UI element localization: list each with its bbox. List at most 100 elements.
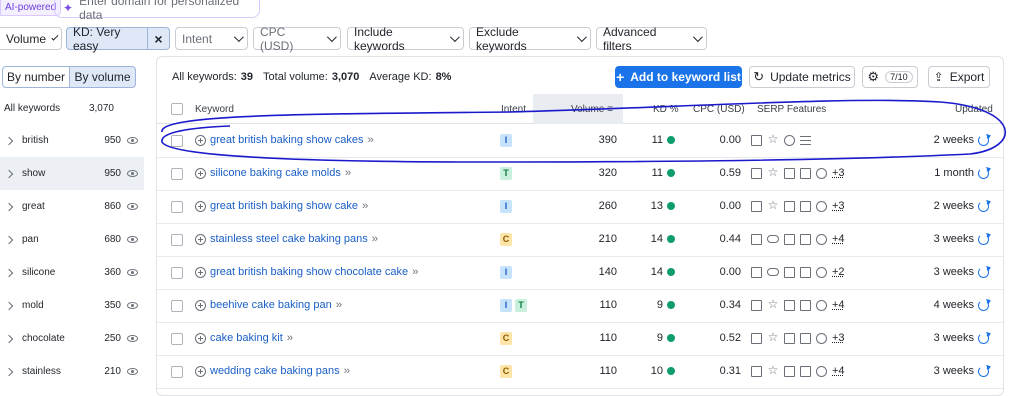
summary-volume-label: Total volume: xyxy=(263,71,328,83)
settings-button[interactable]: ⚙ 7/10 xyxy=(862,66,918,88)
eye-icon[interactable] xyxy=(127,269,138,276)
keyword-text[interactable]: cake baking kit xyxy=(210,332,283,344)
eye-icon[interactable] xyxy=(127,368,138,375)
select-all-checkbox[interactable] xyxy=(171,103,183,115)
eye-icon[interactable] xyxy=(127,137,138,144)
intent-filter[interactable]: Intent xyxy=(175,27,248,50)
serp-more-link[interactable]: +3 xyxy=(832,167,845,179)
double-chevron-icon[interactable]: ›› xyxy=(362,200,368,212)
double-chevron-icon[interactable]: ›› xyxy=(412,266,418,278)
exclude-keywords-filter[interactable]: Exclude keywords xyxy=(469,25,591,53)
serp-more-link[interactable]: +4 xyxy=(832,299,845,311)
keyword-text[interactable]: great british baking show chocolate cake xyxy=(210,266,408,278)
serp-more-link[interactable]: +3 xyxy=(832,332,845,344)
serp-more-link[interactable]: +4 xyxy=(832,365,845,377)
all-keywords-group[interactable]: All keywords 3,070 xyxy=(0,96,144,120)
row-checkbox[interactable] xyxy=(171,201,183,213)
add-circle-icon[interactable] xyxy=(195,365,206,377)
refresh-icon[interactable] xyxy=(978,266,989,278)
close-icon[interactable]: × xyxy=(147,28,169,49)
keyword-link[interactable]: silicone baking cake molds ›› xyxy=(195,167,351,179)
cpc-filter[interactable]: CPC (USD) xyxy=(253,25,341,53)
update-metrics-button[interactable]: ↻ Update metrics xyxy=(749,66,855,88)
keyword-group-item[interactable]: british 950 xyxy=(0,124,144,157)
keyword-group-item[interactable]: stainless 210 xyxy=(0,355,144,388)
refresh-icon[interactable] xyxy=(978,365,989,377)
keyword-group-item[interactable]: pan 680 xyxy=(0,223,144,256)
serp-more-link[interactable]: +2 xyxy=(832,266,845,278)
add-circle-icon[interactable] xyxy=(195,167,206,179)
refresh-icon[interactable] xyxy=(978,233,989,245)
keyword-link[interactable]: great british baking show chocolate cake… xyxy=(195,266,419,278)
refresh-icon[interactable] xyxy=(978,167,989,179)
keyword-group-item[interactable]: mold 350 xyxy=(0,289,144,322)
add-circle-icon[interactable] xyxy=(195,266,206,278)
keyword-group-item[interactable]: silicone 360 xyxy=(0,256,144,289)
add-circle-icon[interactable] xyxy=(195,332,206,344)
volume-filter[interactable]: Volume xyxy=(0,27,62,50)
intent-column-header[interactable]: Intent xyxy=(501,104,526,115)
double-chevron-icon[interactable]: ›› xyxy=(372,233,378,245)
summary-keywords-value: 39 xyxy=(240,71,254,83)
export-button[interactable]: ⇪ Export xyxy=(928,66,990,88)
double-chevron-icon[interactable]: ›› xyxy=(287,332,293,344)
keyword-text[interactable]: great british baking show cakes xyxy=(210,134,363,146)
keyword-text[interactable]: silicone baking cake molds xyxy=(210,167,341,179)
eye-icon[interactable] xyxy=(127,335,138,342)
add-circle-icon[interactable] xyxy=(195,134,206,146)
keyword-group-item[interactable]: show 950 xyxy=(0,157,144,190)
row-checkbox[interactable] xyxy=(171,300,183,312)
updated-column-header[interactable]: Updated xyxy=(955,104,993,115)
include-keywords-filter[interactable]: Include keywords xyxy=(347,25,464,53)
keyword-text[interactable]: beehive cake baking pan xyxy=(210,299,332,311)
refresh-icon[interactable] xyxy=(978,134,989,146)
double-chevron-icon[interactable]: ›› xyxy=(345,167,351,179)
add-circle-icon[interactable] xyxy=(195,200,206,212)
refresh-icon[interactable] xyxy=(978,200,989,212)
row-checkbox[interactable] xyxy=(171,267,183,279)
keyword-link[interactable]: cake baking kit ›› xyxy=(195,332,293,344)
keyword-link[interactable]: stainless steel cake baking pans ›› xyxy=(195,233,378,245)
refresh-icon[interactable] xyxy=(978,332,989,344)
add-circle-icon[interactable] xyxy=(195,233,206,245)
keyword-text[interactable]: wedding cake baking pans xyxy=(210,365,340,377)
keyword-link[interactable]: wedding cake baking pans ›› xyxy=(195,365,350,377)
eye-icon[interactable] xyxy=(127,236,138,243)
keyword-link[interactable]: great british baking show cakes ›› xyxy=(195,134,374,146)
by-volume-toggle[interactable]: By volume xyxy=(69,66,136,88)
row-checkbox[interactable] xyxy=(171,333,183,345)
add-circle-icon[interactable] xyxy=(195,299,206,311)
keyword-group-item[interactable]: chocolate 250 xyxy=(0,322,144,355)
cpc-column-header[interactable]: CPC (USD) xyxy=(693,104,745,115)
keyword-group-item[interactable]: great 860 xyxy=(0,190,144,223)
volume-column-header[interactable]: Volume ≡ xyxy=(571,104,613,115)
eye-icon[interactable] xyxy=(127,170,138,177)
serp-more-link[interactable]: +4 xyxy=(832,233,845,245)
double-chevron-icon[interactable]: ›› xyxy=(336,299,342,311)
serp-column-header[interactable]: SERP Features xyxy=(757,104,826,115)
advanced-filters[interactable]: Advanced filters xyxy=(596,25,707,53)
double-chevron-icon[interactable]: ›› xyxy=(367,134,373,146)
keyword-link[interactable]: great british baking show cake ›› xyxy=(195,200,368,212)
intent-badge: C xyxy=(500,233,512,246)
keyword-link[interactable]: beehive cake baking pan ›› xyxy=(195,299,342,311)
row-checkbox[interactable] xyxy=(171,135,183,147)
serp-more-link[interactable]: +3 xyxy=(832,200,845,212)
row-checkbox[interactable] xyxy=(171,168,183,180)
keyword-text[interactable]: great british baking show cake xyxy=(210,200,358,212)
row-checkbox[interactable] xyxy=(171,366,183,378)
keyword-text[interactable]: stainless steel cake baking pans xyxy=(210,233,368,245)
keyword-column-header[interactable]: Keyword xyxy=(195,104,234,115)
refresh-icon[interactable] xyxy=(978,299,989,311)
by-number-toggle[interactable]: By number xyxy=(2,66,70,88)
row-checkbox[interactable] xyxy=(171,234,183,246)
chevron-right-icon xyxy=(4,235,14,244)
double-chevron-icon[interactable]: ›› xyxy=(344,365,350,377)
image-icon xyxy=(751,233,762,245)
eye-icon[interactable] xyxy=(127,302,138,309)
kd-filter[interactable]: KD: Very easy × xyxy=(66,25,170,53)
eye-icon[interactable] xyxy=(127,203,138,210)
kd-column-header[interactable]: KD % xyxy=(653,104,679,115)
domain-input[interactable]: ✦ Enter domain for personalized data xyxy=(54,0,260,22)
add-to-keyword-list-button[interactable]: + Add to keyword list xyxy=(615,66,742,88)
